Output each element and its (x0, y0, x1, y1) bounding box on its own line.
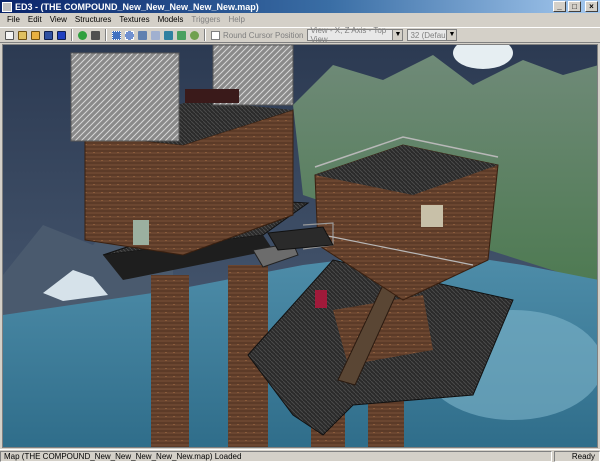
open-icon[interactable] (16, 29, 28, 41)
model-icon[interactable] (162, 29, 174, 41)
help-icon[interactable] (188, 29, 200, 41)
maximize-button[interactable]: □ (568, 1, 581, 12)
window-title: ED3 - (THE COMPOUND_New_New_New_New_New.… (15, 1, 259, 12)
toolbar: Round Cursor Position View - X, Z Axis -… (0, 26, 600, 44)
menu-bar: File Edit View Structures Textures Model… (0, 13, 600, 26)
texture-icon[interactable] (149, 29, 161, 41)
app-icon (2, 1, 12, 12)
save-icon[interactable] (42, 29, 54, 41)
close-button[interactable]: × (585, 1, 598, 12)
status-state: Ready (554, 450, 600, 462)
menu-textures[interactable]: Textures (115, 13, 153, 26)
menu-help[interactable]: Help (224, 13, 248, 26)
roof-object (185, 89, 239, 103)
title-bar: ED3 - (THE COMPOUND_New_New_New_New_New.… (0, 0, 600, 13)
chevron-down-icon[interactable]: ▼ (392, 30, 403, 40)
status-bar: Map (THE COMPOUND_New_New_New_New_New.ma… (0, 449, 600, 462)
fill-icon[interactable] (89, 29, 101, 41)
status-message: Map (THE COMPOUND_New_New_New_New_New.ma… (0, 450, 552, 462)
select-icon[interactable] (123, 29, 135, 41)
3d-viewport[interactable] (2, 44, 598, 448)
new-map-icon[interactable] (3, 29, 15, 41)
toolbar-separator (71, 29, 73, 41)
open-folder-icon[interactable] (29, 29, 41, 41)
round-cursor-checkbox[interactable] (211, 30, 220, 40)
window-controls: _ □ × (553, 1, 598, 12)
view-axis-select[interactable]: View - X, Z Axis - Top View ▼ (307, 26, 404, 44)
menu-file[interactable]: File (3, 13, 24, 26)
toolbar-separator (105, 29, 107, 41)
chevron-down-icon[interactable]: ▼ (446, 30, 457, 40)
upper-door (421, 205, 443, 227)
tower-leg-left (151, 275, 189, 447)
green-sphere-icon[interactable] (76, 29, 88, 41)
grid-icon[interactable] (110, 29, 122, 41)
menu-edit[interactable]: Edit (24, 13, 46, 26)
scene-render (3, 45, 597, 447)
menu-triggers[interactable]: Triggers (187, 13, 224, 26)
red-barrel (315, 290, 327, 308)
render-icon[interactable] (175, 29, 187, 41)
mesh-screen-left (70, 52, 180, 142)
menu-view[interactable]: View (46, 13, 71, 26)
view-icon[interactable] (136, 29, 148, 41)
grid-size-select[interactable]: 32 (Default) ▼ (407, 29, 458, 41)
save-as-icon[interactable] (55, 29, 67, 41)
menu-models[interactable]: Models (154, 13, 188, 26)
round-cursor-label: Round Cursor Position (223, 30, 304, 40)
toolbar-separator (204, 29, 206, 41)
tower-door (133, 220, 149, 245)
menu-structures[interactable]: Structures (71, 13, 115, 26)
minimize-button[interactable]: _ (553, 1, 566, 12)
view-axis-value: View - X, Z Axis - Top View (310, 26, 387, 44)
